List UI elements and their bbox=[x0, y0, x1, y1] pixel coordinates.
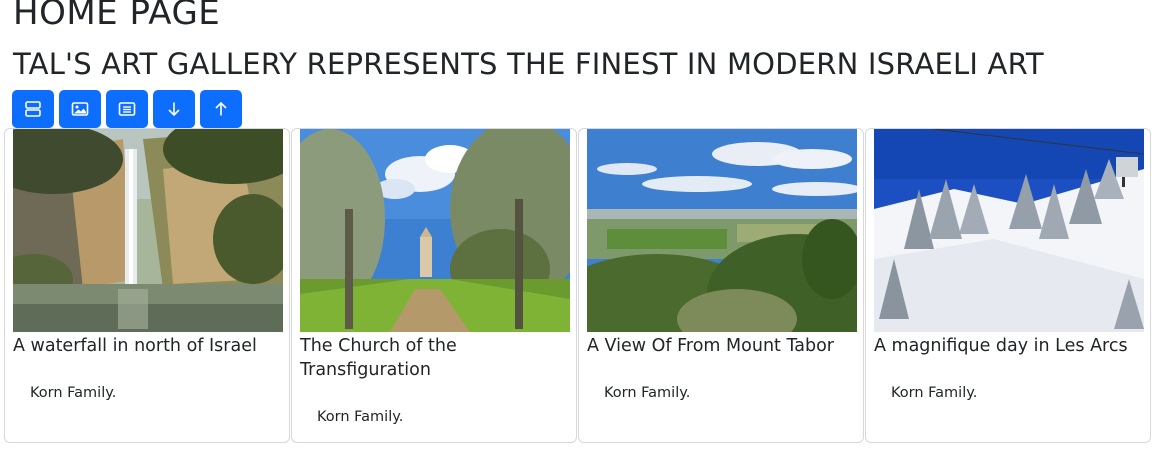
gallery-card[interactable]: The Church of the Transfiguration Korn F… bbox=[291, 128, 577, 443]
card-title: A waterfall in north of Israel bbox=[13, 336, 257, 356]
gallery-card[interactable]: A waterfall in north of Israel Korn Fami… bbox=[4, 128, 290, 443]
arrow-up-icon bbox=[215, 101, 227, 116]
image-icon bbox=[71, 102, 89, 116]
gallery-cards: A waterfall in north of Israel Korn Fami… bbox=[4, 128, 1151, 443]
gallery-view-button[interactable] bbox=[59, 90, 101, 128]
list-view-button[interactable] bbox=[106, 90, 148, 128]
gallery-card[interactable]: A magnifique day in Les Arcs Korn Family… bbox=[865, 128, 1151, 443]
card-text: Korn Family. bbox=[317, 409, 404, 425]
card-text: Korn Family. bbox=[891, 385, 978, 401]
page-title: HOME PAGE bbox=[13, 0, 221, 33]
card-title: The Church of the Transfiguration bbox=[300, 336, 457, 380]
arrow-down-icon bbox=[168, 102, 180, 117]
card-title: A magnifique day in Les Arcs bbox=[874, 336, 1128, 356]
view-toolbar bbox=[12, 90, 242, 128]
valley-view-image bbox=[587, 129, 857, 332]
sort-ascending-button[interactable] bbox=[200, 90, 242, 128]
snowy-slope-image bbox=[874, 129, 1144, 332]
sort-descending-button[interactable] bbox=[153, 90, 195, 128]
card-text: Korn Family. bbox=[604, 385, 691, 401]
gallery-card[interactable]: A View Of From Mount Tabor Korn Family. bbox=[578, 128, 864, 443]
rows-icon bbox=[25, 101, 41, 117]
waterfall-image[interactable] bbox=[13, 129, 283, 332]
list-icon bbox=[118, 102, 136, 116]
card-text: Korn Family. bbox=[30, 385, 117, 401]
page-subtitle: TAL'S ART GALLERY REPRESENTS THE FINEST … bbox=[13, 47, 1044, 81]
church-image bbox=[300, 129, 570, 332]
card-title: A View Of From Mount Tabor bbox=[587, 336, 834, 356]
rows-view-button[interactable] bbox=[12, 90, 54, 128]
